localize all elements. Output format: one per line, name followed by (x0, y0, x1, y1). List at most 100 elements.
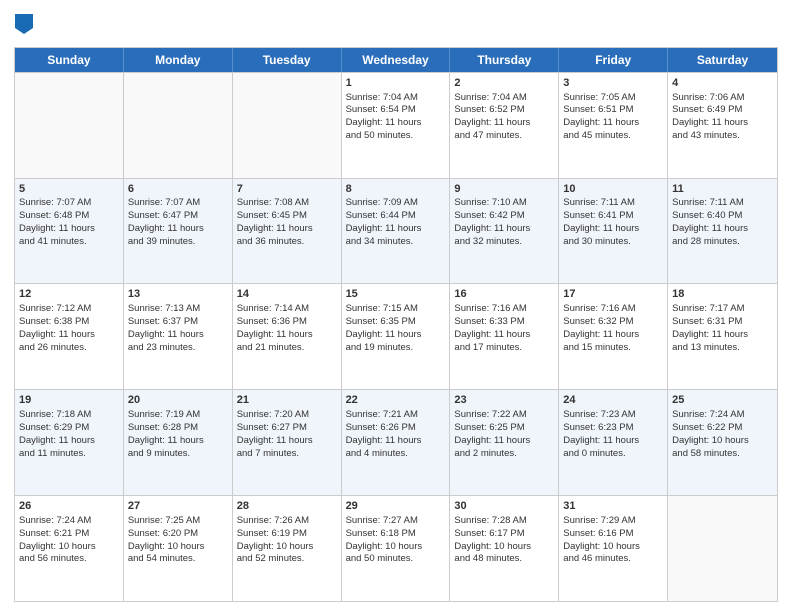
cal-cell: 29Sunrise: 7:27 AM Sunset: 6:18 PM Dayli… (342, 496, 451, 601)
cal-cell: 2Sunrise: 7:04 AM Sunset: 6:52 PM Daylig… (450, 73, 559, 178)
week-row-5: 26Sunrise: 7:24 AM Sunset: 6:21 PM Dayli… (15, 495, 777, 601)
day-number: 23 (454, 393, 554, 408)
day-info: Sunrise: 7:27 AM Sunset: 6:18 PM Dayligh… (346, 515, 446, 566)
cal-cell: 22Sunrise: 7:21 AM Sunset: 6:26 PM Dayli… (342, 390, 451, 495)
day-info: Sunrise: 7:24 AM Sunset: 6:22 PM Dayligh… (672, 409, 773, 460)
day-info: Sunrise: 7:15 AM Sunset: 6:35 PM Dayligh… (346, 303, 446, 354)
day-number: 25 (672, 393, 773, 408)
day-info: Sunrise: 7:29 AM Sunset: 6:16 PM Dayligh… (563, 515, 663, 566)
cal-cell: 6Sunrise: 7:07 AM Sunset: 6:47 PM Daylig… (124, 179, 233, 284)
header-day-wednesday: Wednesday (342, 48, 451, 72)
header-day-monday: Monday (124, 48, 233, 72)
day-number: 3 (563, 76, 663, 91)
day-info: Sunrise: 7:07 AM Sunset: 6:47 PM Dayligh… (128, 197, 228, 248)
cal-cell (15, 73, 124, 178)
day-info: Sunrise: 7:12 AM Sunset: 6:38 PM Dayligh… (19, 303, 119, 354)
cal-cell: 13Sunrise: 7:13 AM Sunset: 6:37 PM Dayli… (124, 284, 233, 389)
day-number: 4 (672, 76, 773, 91)
day-number: 22 (346, 393, 446, 408)
cal-cell: 5Sunrise: 7:07 AM Sunset: 6:48 PM Daylig… (15, 179, 124, 284)
logo (14, 14, 33, 39)
logo-icon (15, 14, 33, 34)
day-number: 17 (563, 287, 663, 302)
day-info: Sunrise: 7:22 AM Sunset: 6:25 PM Dayligh… (454, 409, 554, 460)
cal-cell: 27Sunrise: 7:25 AM Sunset: 6:20 PM Dayli… (124, 496, 233, 601)
cal-cell: 30Sunrise: 7:28 AM Sunset: 6:17 PM Dayli… (450, 496, 559, 601)
day-number: 30 (454, 499, 554, 514)
day-info: Sunrise: 7:16 AM Sunset: 6:33 PM Dayligh… (454, 303, 554, 354)
day-info: Sunrise: 7:09 AM Sunset: 6:44 PM Dayligh… (346, 197, 446, 248)
logo-text (14, 14, 33, 39)
day-number: 31 (563, 499, 663, 514)
day-info: Sunrise: 7:25 AM Sunset: 6:20 PM Dayligh… (128, 515, 228, 566)
day-number: 11 (672, 182, 773, 197)
cal-cell: 8Sunrise: 7:09 AM Sunset: 6:44 PM Daylig… (342, 179, 451, 284)
day-info: Sunrise: 7:24 AM Sunset: 6:21 PM Dayligh… (19, 515, 119, 566)
cal-cell: 28Sunrise: 7:26 AM Sunset: 6:19 PM Dayli… (233, 496, 342, 601)
header-day-saturday: Saturday (668, 48, 777, 72)
cal-cell: 1Sunrise: 7:04 AM Sunset: 6:54 PM Daylig… (342, 73, 451, 178)
cal-cell: 23Sunrise: 7:22 AM Sunset: 6:25 PM Dayli… (450, 390, 559, 495)
week-row-4: 19Sunrise: 7:18 AM Sunset: 6:29 PM Dayli… (15, 389, 777, 495)
cal-cell: 20Sunrise: 7:19 AM Sunset: 6:28 PM Dayli… (124, 390, 233, 495)
cal-cell: 25Sunrise: 7:24 AM Sunset: 6:22 PM Dayli… (668, 390, 777, 495)
cal-cell: 3Sunrise: 7:05 AM Sunset: 6:51 PM Daylig… (559, 73, 668, 178)
day-number: 16 (454, 287, 554, 302)
day-info: Sunrise: 7:28 AM Sunset: 6:17 PM Dayligh… (454, 515, 554, 566)
day-number: 9 (454, 182, 554, 197)
day-info: Sunrise: 7:14 AM Sunset: 6:36 PM Dayligh… (237, 303, 337, 354)
cal-cell: 19Sunrise: 7:18 AM Sunset: 6:29 PM Dayli… (15, 390, 124, 495)
day-info: Sunrise: 7:13 AM Sunset: 6:37 PM Dayligh… (128, 303, 228, 354)
day-number: 15 (346, 287, 446, 302)
cal-cell: 16Sunrise: 7:16 AM Sunset: 6:33 PM Dayli… (450, 284, 559, 389)
day-number: 20 (128, 393, 228, 408)
day-number: 6 (128, 182, 228, 197)
day-info: Sunrise: 7:20 AM Sunset: 6:27 PM Dayligh… (237, 409, 337, 460)
cal-cell: 15Sunrise: 7:15 AM Sunset: 6:35 PM Dayli… (342, 284, 451, 389)
day-number: 26 (19, 499, 119, 514)
cal-cell: 17Sunrise: 7:16 AM Sunset: 6:32 PM Dayli… (559, 284, 668, 389)
cal-cell: 7Sunrise: 7:08 AM Sunset: 6:45 PM Daylig… (233, 179, 342, 284)
cal-cell: 18Sunrise: 7:17 AM Sunset: 6:31 PM Dayli… (668, 284, 777, 389)
day-number: 14 (237, 287, 337, 302)
header-day-thursday: Thursday (450, 48, 559, 72)
cal-cell: 21Sunrise: 7:20 AM Sunset: 6:27 PM Dayli… (233, 390, 342, 495)
day-number: 12 (19, 287, 119, 302)
cal-cell: 4Sunrise: 7:06 AM Sunset: 6:49 PM Daylig… (668, 73, 777, 178)
page: SundayMondayTuesdayWednesdayThursdayFrid… (0, 0, 792, 612)
day-info: Sunrise: 7:11 AM Sunset: 6:40 PM Dayligh… (672, 197, 773, 248)
header-day-friday: Friday (559, 48, 668, 72)
day-number: 19 (19, 393, 119, 408)
day-info: Sunrise: 7:04 AM Sunset: 6:54 PM Dayligh… (346, 92, 446, 143)
cal-cell: 26Sunrise: 7:24 AM Sunset: 6:21 PM Dayli… (15, 496, 124, 601)
day-info: Sunrise: 7:05 AM Sunset: 6:51 PM Dayligh… (563, 92, 663, 143)
day-info: Sunrise: 7:18 AM Sunset: 6:29 PM Dayligh… (19, 409, 119, 460)
day-number: 8 (346, 182, 446, 197)
day-info: Sunrise: 7:26 AM Sunset: 6:19 PM Dayligh… (237, 515, 337, 566)
week-row-3: 12Sunrise: 7:12 AM Sunset: 6:38 PM Dayli… (15, 283, 777, 389)
day-number: 28 (237, 499, 337, 514)
header (14, 10, 778, 39)
cal-cell (124, 73, 233, 178)
day-number: 13 (128, 287, 228, 302)
day-number: 10 (563, 182, 663, 197)
header-day-sunday: Sunday (15, 48, 124, 72)
day-number: 5 (19, 182, 119, 197)
cal-cell: 24Sunrise: 7:23 AM Sunset: 6:23 PM Dayli… (559, 390, 668, 495)
cal-cell (233, 73, 342, 178)
day-info: Sunrise: 7:21 AM Sunset: 6:26 PM Dayligh… (346, 409, 446, 460)
day-info: Sunrise: 7:23 AM Sunset: 6:23 PM Dayligh… (563, 409, 663, 460)
cal-cell: 9Sunrise: 7:10 AM Sunset: 6:42 PM Daylig… (450, 179, 559, 284)
cal-cell: 11Sunrise: 7:11 AM Sunset: 6:40 PM Dayli… (668, 179, 777, 284)
cal-cell: 14Sunrise: 7:14 AM Sunset: 6:36 PM Dayli… (233, 284, 342, 389)
day-number: 29 (346, 499, 446, 514)
day-info: Sunrise: 7:16 AM Sunset: 6:32 PM Dayligh… (563, 303, 663, 354)
cal-cell (668, 496, 777, 601)
cal-cell: 31Sunrise: 7:29 AM Sunset: 6:16 PM Dayli… (559, 496, 668, 601)
day-info: Sunrise: 7:08 AM Sunset: 6:45 PM Dayligh… (237, 197, 337, 248)
header-day-tuesday: Tuesday (233, 48, 342, 72)
week-row-2: 5Sunrise: 7:07 AM Sunset: 6:48 PM Daylig… (15, 178, 777, 284)
day-info: Sunrise: 7:11 AM Sunset: 6:41 PM Dayligh… (563, 197, 663, 248)
day-info: Sunrise: 7:10 AM Sunset: 6:42 PM Dayligh… (454, 197, 554, 248)
day-number: 1 (346, 76, 446, 91)
